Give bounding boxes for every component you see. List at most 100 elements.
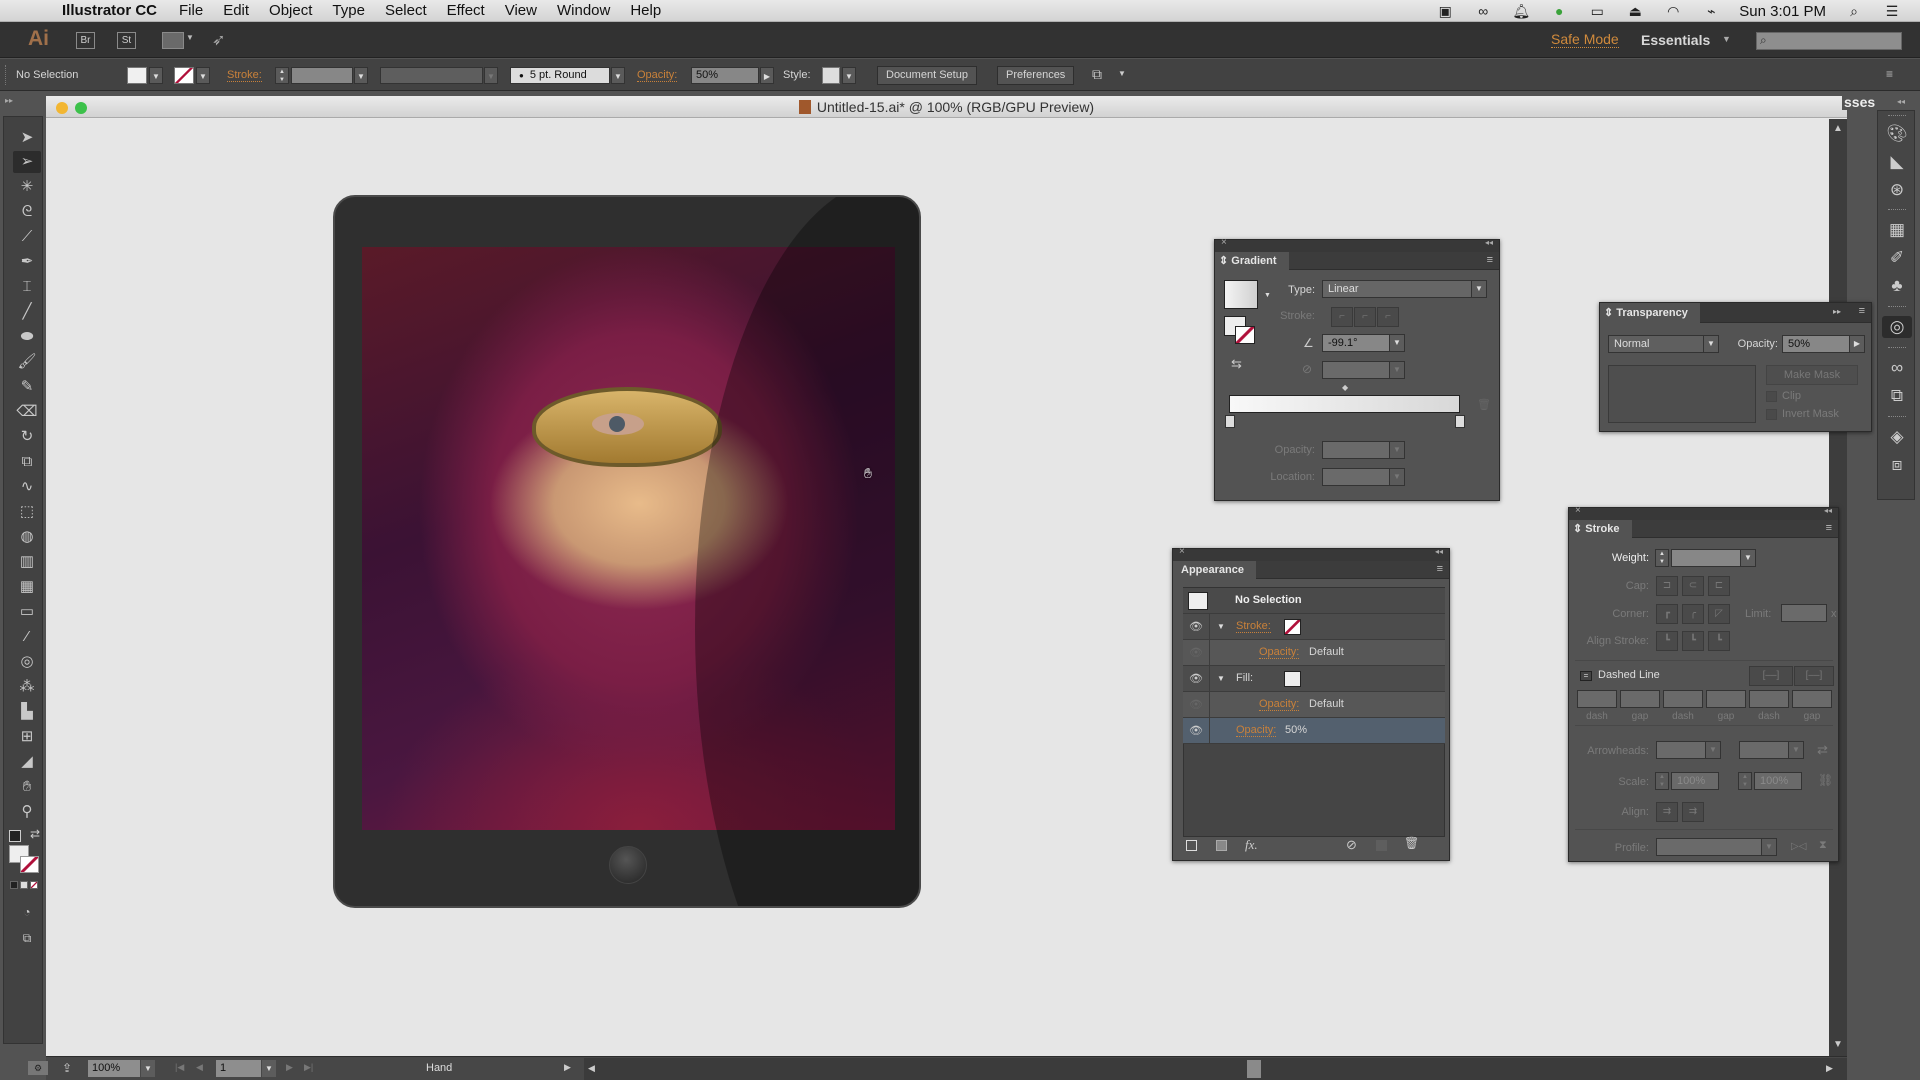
horizontal-scrollbar[interactable]: ◀ ▶ xyxy=(584,1058,1847,1080)
visibility-eye-icon[interactable]: 👁︎ xyxy=(1183,666,1210,692)
brushes-icon[interactable]: ✐ xyxy=(1886,247,1908,269)
none-mode-icon[interactable] xyxy=(30,881,38,889)
clock[interactable]: Sun 3:01 PM xyxy=(1739,3,1826,20)
stroke-opacity-label[interactable]: Opacity: xyxy=(1259,646,1300,659)
zoom-tool-icon[interactable]: ⚲ xyxy=(13,801,41,823)
mesh-tool-icon[interactable]: ▦ xyxy=(13,576,41,598)
menu-object[interactable]: Object xyxy=(269,2,312,19)
creative-cloud-libraries-icon[interactable]: ∞ xyxy=(1886,357,1908,379)
gradient-type-caret[interactable]: ▼ xyxy=(1471,280,1487,298)
battery-icon[interactable]: ⌁ xyxy=(1701,3,1721,19)
add-new-fill-icon[interactable] xyxy=(1216,840,1227,851)
graphic-style-swatch[interactable] xyxy=(822,67,840,84)
reverse-gradient-icon[interactable]: ⇆ xyxy=(1231,356,1242,372)
menu-app-name[interactable]: Illustrator CC xyxy=(62,2,157,19)
color-guide-icon[interactable]: ◣ xyxy=(1886,151,1908,173)
document-setup-button[interactable]: Document Setup xyxy=(877,66,977,85)
menu-type[interactable]: Type xyxy=(332,2,365,19)
share-icon[interactable]: ⇪ xyxy=(58,1061,76,1075)
stroke-weight-input[interactable] xyxy=(291,67,353,84)
expand-triangle-icon[interactable]: ▼ xyxy=(1217,622,1225,631)
tab-transparency[interactable]: ⇕ Transparency xyxy=(1600,303,1700,323)
gradient-stroke-swatch[interactable] xyxy=(1235,326,1255,344)
paintbrush-tool-icon[interactable]: 🖌︎ xyxy=(13,351,41,373)
gradient-angle-input[interactable]: -99.1° xyxy=(1322,334,1390,352)
variable-width-profile[interactable] xyxy=(380,67,483,84)
magic-wand-tool-icon[interactable]: ✳ xyxy=(13,176,41,198)
panel-menu-icon[interactable]: ≡ xyxy=(1859,305,1865,317)
opacity-label[interactable]: Opacity: xyxy=(637,69,678,82)
menu-help[interactable]: Help xyxy=(630,2,661,19)
menu-select[interactable]: Select xyxy=(385,2,427,19)
gpu-performance-icon[interactable]: ➶ xyxy=(212,30,225,50)
menu-view[interactable]: View xyxy=(505,2,537,19)
menu-file[interactable]: File xyxy=(179,2,203,19)
fill-row-swatch[interactable] xyxy=(1284,671,1301,687)
transparency-opacity-arrow[interactable]: ▶ xyxy=(1849,335,1865,353)
ellipse-tool-icon[interactable]: ⬬ xyxy=(13,326,41,348)
airplay-icon[interactable]: ⏏ xyxy=(1625,3,1645,19)
stroke-color-swatch[interactable] xyxy=(20,856,39,873)
gradient-slider[interactable] xyxy=(1229,395,1460,413)
perspective-grid-tool-icon[interactable]: ▥ xyxy=(13,551,41,573)
workspace-caret-icon[interactable]: ▼ xyxy=(1722,34,1731,44)
appearance-fill-opacity-row[interactable]: 👁︎ Opacity: Default xyxy=(1183,692,1445,718)
blend-tool-icon[interactable]: ◎ xyxy=(13,651,41,673)
selection-tool-icon[interactable]: ➤ xyxy=(13,127,41,149)
shape-builder-tool-icon[interactable]: ◍ xyxy=(13,526,41,548)
tab-appearance[interactable]: Appearance xyxy=(1173,561,1256,579)
isolate-selection-icon[interactable]: ⧉ xyxy=(1092,66,1102,83)
layers-icon[interactable]: ◈ xyxy=(1886,426,1908,448)
weight-caret[interactable]: ▼ xyxy=(1740,549,1756,567)
warp-tool-icon[interactable]: ∿ xyxy=(13,476,41,498)
artboard-canvas[interactable]: ✋︎ xyxy=(46,119,1829,1056)
panel-collapse-icon[interactable]: ◂◂ xyxy=(1485,238,1493,247)
tab-gradient[interactable]: ⇕ Gradient xyxy=(1215,252,1289,270)
swap-fill-stroke-icon[interactable]: ⇄ xyxy=(30,827,40,841)
tablet-mockup[interactable] xyxy=(333,195,921,908)
previous-artboard-icon[interactable]: ◀ xyxy=(196,1062,203,1073)
scroll-right-arrow-icon[interactable]: ▶ xyxy=(1826,1063,1833,1074)
blend-mode-select[interactable]: Normal xyxy=(1608,335,1704,353)
gradient-type-select[interactable]: Linear xyxy=(1322,280,1472,298)
spotlight-search-icon[interactable]: ⌕ xyxy=(1844,3,1864,19)
eraser-tool-icon[interactable]: ⌫ xyxy=(13,401,41,423)
libraries-icon[interactable]: ⊛ xyxy=(1886,179,1908,201)
bridge-button[interactable]: Br xyxy=(76,32,95,49)
artboards-icon[interactable]: ⧉ xyxy=(1886,385,1908,407)
menu-edit[interactable]: Edit xyxy=(223,2,249,19)
visibility-eye-icon[interactable]: 👁︎ xyxy=(1183,692,1210,718)
current-tool-status[interactable]: Hand xyxy=(426,1062,452,1074)
variable-width-caret[interactable]: ▼ xyxy=(484,67,498,84)
column-graph-tool-icon[interactable]: ▙ xyxy=(13,701,41,723)
control-bar-grip[interactable] xyxy=(5,65,8,85)
menu-effect[interactable]: Effect xyxy=(447,2,485,19)
scale-tool-icon[interactable]: ⧉ xyxy=(13,451,41,473)
graphic-style-caret[interactable]: ▼ xyxy=(842,67,856,84)
color-mode-icon[interactable] xyxy=(10,881,18,889)
scroll-left-arrow-icon[interactable]: ◀ xyxy=(588,1063,595,1074)
symbol-sprayer-tool-icon[interactable]: ⁂ xyxy=(13,676,41,698)
menu-window[interactable]: Window xyxy=(557,2,610,19)
type-on-path-tool-icon[interactable]: ⌶ xyxy=(13,276,41,298)
opacity-input[interactable]: 50% xyxy=(691,67,759,84)
dock-grip[interactable] xyxy=(1888,115,1906,118)
next-artboard-icon[interactable]: ▶ xyxy=(286,1062,293,1073)
object-opacity-label[interactable]: Opacity: xyxy=(1236,724,1277,737)
scroll-up-arrow-icon[interactable]: ▲ xyxy=(1833,123,1843,134)
panel-expand-icon[interactable]: ▸▸ xyxy=(1833,307,1841,316)
apple-menu-icon[interactable] xyxy=(24,2,42,20)
dock-grip[interactable] xyxy=(1888,347,1906,350)
eyedropper-tool-icon[interactable]: ⁄ xyxy=(13,626,41,648)
gradient-mode-icon[interactable] xyxy=(20,881,28,889)
panel-collapse-icon[interactable]: ◂◂ xyxy=(1824,506,1832,515)
rotate-tool-icon[interactable]: ↻ xyxy=(13,426,41,448)
weight-input[interactable] xyxy=(1671,549,1741,567)
symbols-icon[interactable]: ♣ xyxy=(1886,275,1908,297)
artboard-number-caret[interactable]: ▼ xyxy=(262,1060,276,1077)
brush-definition[interactable]: ● 5 pt. Round xyxy=(510,67,610,84)
stock-button[interactable]: St xyxy=(117,32,136,49)
artboard-tool-icon[interactable]: ⊞ xyxy=(13,726,41,748)
pathfinder-icon[interactable]: ⧈ xyxy=(1886,454,1908,476)
panel-close-icon[interactable]: × xyxy=(1179,546,1185,557)
